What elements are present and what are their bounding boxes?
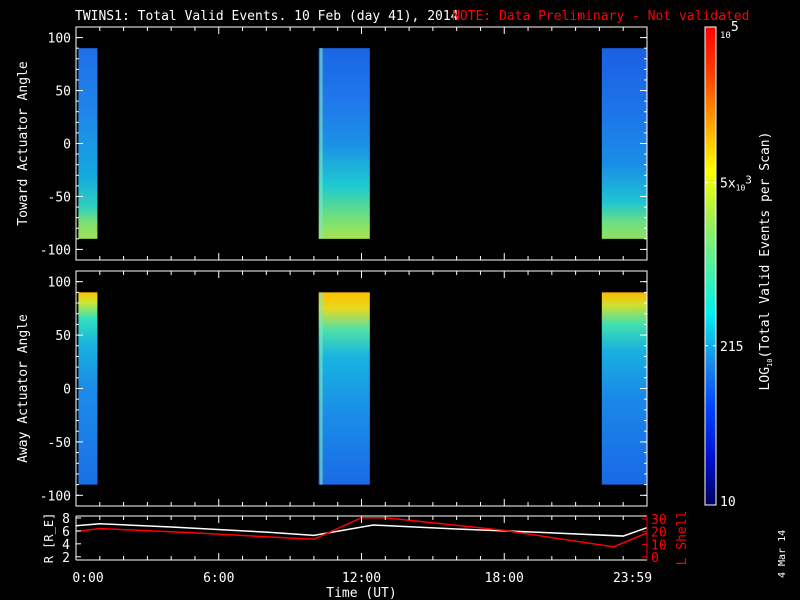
colorbar: 1055x10321510LOG10(Total Valid Events pe… — [704, 20, 774, 510]
colorbar-tick-base: 10 — [736, 183, 746, 192]
y-tick-label: 0 — [63, 138, 71, 153]
colorbar-tick-label: 10 — [720, 495, 736, 510]
x-tick-label: 0:00 — [72, 571, 103, 586]
colorbar-scale — [704, 26, 717, 506]
y-axis-label: Away Actuator Angle — [16, 314, 31, 463]
y-tick-label: 2 — [62, 551, 70, 566]
spectrogram-block — [318, 292, 370, 485]
y2-tick-label: 0 — [651, 551, 659, 566]
footer-date: 4 Mar 14 — [777, 530, 788, 578]
colorbar-tick-exp: 5 — [731, 20, 739, 35]
colorbar-tick-label: 5x103 — [720, 173, 752, 192]
y-tick-label: -50 — [48, 190, 71, 205]
twins-plot: TWINS1: Total Valid Events. 10 Feb (day … — [16, 9, 788, 600]
y-axis-label: Toward Actuator Angle — [16, 61, 31, 226]
x-tick-label: 6:00 — [203, 571, 234, 586]
y-tick-label: -50 — [48, 436, 71, 451]
spectrogram-stripe — [319, 48, 323, 239]
colorbar-label-sub: 10 — [766, 359, 774, 367]
colorbar-tick-exp: 3 — [745, 173, 752, 186]
spectrogram-stripe — [319, 292, 323, 485]
y-tick-label: 100 — [48, 32, 71, 47]
colorbar-label: LOG10(Total Valid Events per Scan) — [758, 132, 774, 391]
x-tick-label: 18:00 — [485, 571, 524, 586]
colorbar-tick-base: 10 — [720, 31, 731, 41]
colorbar-label-end: (Total Valid Events per Scan) — [758, 132, 773, 359]
spectrogram-block — [318, 48, 370, 239]
y-tick-label: -100 — [40, 243, 71, 258]
colorbar-tick-label: 215 — [720, 340, 743, 355]
x-tick-label: 12:00 — [342, 571, 381, 586]
x-tick-label: 23:59 — [613, 571, 652, 586]
colorbar-tick-prefix: 5x — [720, 176, 736, 191]
l-shell-axis-label: L Shell — [675, 511, 690, 566]
r-axis-label: R [R_E] — [42, 513, 56, 564]
preliminary-note: NOTE: Data Preliminary - Not validated — [452, 9, 749, 24]
x-axis-label: Time (UT) — [326, 586, 396, 600]
y-tick-label: 50 — [55, 85, 71, 100]
y-tick-label: 100 — [48, 276, 71, 291]
y-tick-label: 0 — [63, 383, 71, 398]
y-tick-label: 50 — [55, 329, 71, 344]
chart-title: TWINS1: Total Valid Events. 10 Feb (day … — [75, 9, 459, 24]
y-tick-label: -100 — [40, 489, 71, 504]
